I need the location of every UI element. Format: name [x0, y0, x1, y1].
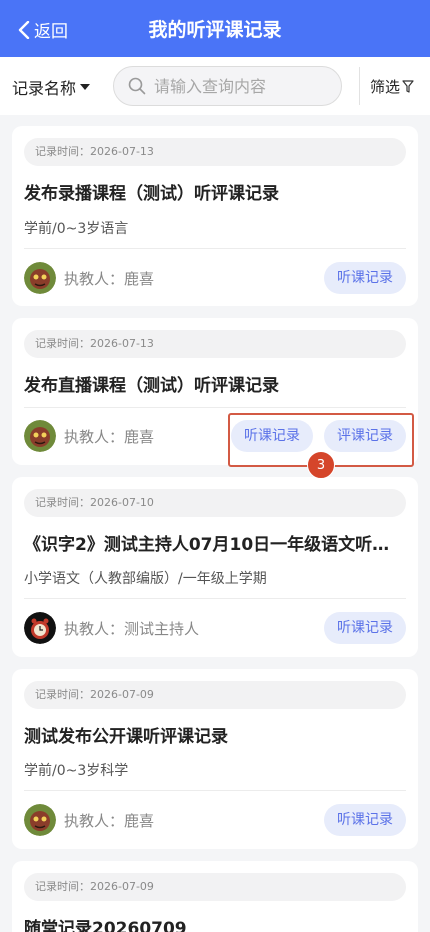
record-card[interactable]: 记录时间：2026-07-09 测试发布公开课听评课记录 学前/0~3岁科学 执… [12, 669, 418, 849]
caret-down-icon [80, 84, 91, 90]
record-title: 随堂记录20260709 [24, 919, 187, 932]
divider [24, 407, 406, 408]
teacher-avatar [24, 612, 56, 644]
record-subject: 学前/0~3岁科学 [24, 763, 129, 779]
teacher-avatar [24, 420, 56, 452]
listen-record-button[interactable]: 听课记录 [324, 804, 406, 836]
search-bar: 记录名称 筛选 [0, 57, 430, 115]
search-box[interactable] [113, 66, 342, 106]
record-title: 发布录播课程（测试）听评课记录 [24, 184, 279, 204]
record-time: 记录时间：2026-07-10 [24, 489, 406, 517]
search-icon [128, 77, 146, 95]
record-title: 发布直播课程（测试）听评课记录 [24, 376, 279, 396]
divider [24, 598, 406, 599]
teacher-name: 执教人：测试主持人 [64, 620, 200, 638]
filter-button[interactable]: 筛选 [370, 76, 414, 97]
field-select-label: 记录名称 [12, 79, 77, 98]
teacher-avatar [24, 804, 56, 836]
listen-record-button[interactable]: 听课记录 [324, 262, 406, 294]
field-select-dropdown[interactable]: 记录名称 [12, 75, 91, 99]
dragon-avatar-icon [24, 420, 56, 452]
record-card[interactable]: 记录时间：2026-07-09 随堂记录20260709 [12, 861, 418, 932]
filter-icon [402, 79, 414, 93]
record-card[interactable]: 记录时间：2026-07-13 发布录播课程（测试）听评课记录 学前/0~3岁语… [12, 126, 418, 306]
step-badge: 3 [307, 451, 335, 479]
dragon-avatar-icon [24, 262, 56, 294]
record-time: 记录时间：2026-07-09 [24, 681, 406, 709]
record-title: 《识字2》测试主持人07月10日一年级语文听评课记录 [24, 535, 406, 555]
record-time: 记录时间：2026-07-09 [24, 873, 406, 901]
record-time: 记录时间：2026-07-13 [24, 330, 406, 358]
page-title: 我的听评课记录 [148, 19, 282, 41]
teacher-avatar [24, 262, 56, 294]
record-card[interactable]: 记录时间：2026-07-10 《识字2》测试主持人07月10日一年级语文听评课… [12, 477, 418, 657]
listen-record-button[interactable]: 听课记录 [324, 612, 406, 644]
record-time: 记录时间：2026-07-13 [24, 138, 406, 166]
record-subject: 学前/0~3岁语言 [24, 221, 129, 237]
teacher-name: 执教人：鹿喜 [64, 812, 155, 830]
record-subject: 小学语文（人教部编版）/一年级上学期 [24, 571, 267, 587]
divider [359, 67, 360, 105]
filter-label: 筛选 [370, 78, 401, 96]
teacher-name: 执教人：鹿喜 [64, 270, 155, 288]
divider [24, 790, 406, 791]
app-header: 返回 我的听评课记录 [0, 0, 430, 57]
record-title: 测试发布公开课听评课记录 [24, 727, 228, 747]
dragon-avatar-icon [24, 804, 56, 836]
search-input[interactable] [154, 76, 334, 96]
divider [24, 248, 406, 249]
teacher-name: 执教人：鹿喜 [64, 428, 155, 446]
clock-avatar-icon [24, 612, 56, 644]
